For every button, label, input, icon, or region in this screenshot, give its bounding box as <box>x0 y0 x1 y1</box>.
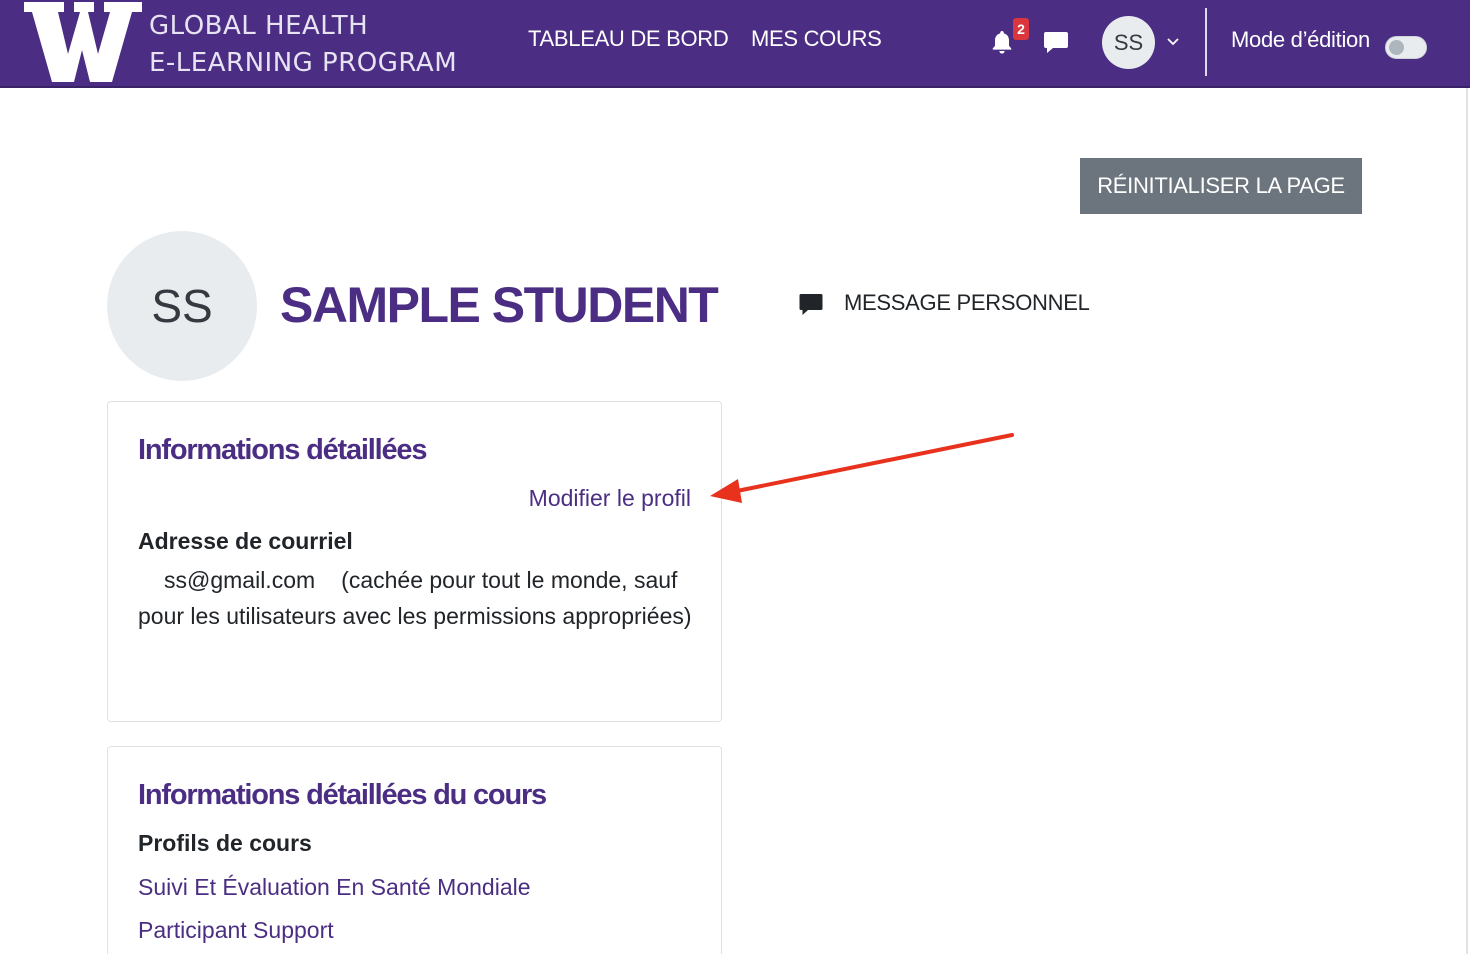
brand-title[interactable]: GLOBAL HEALTH E-LEARNING PROGRAM <box>149 8 457 82</box>
user-avatar[interactable]: SS <box>1102 16 1155 69</box>
notification-count-badge: 2 <box>1013 18 1029 40</box>
course-profiles-label: Profils de cours <box>138 830 312 856</box>
details-card-title: Informations détaillées <box>138 434 427 466</box>
toggle-knob <box>1389 40 1404 55</box>
course-card-title: Informations détaillées du cours <box>138 779 547 811</box>
course-details-card: Informations détaillées du cours Profils… <box>107 746 722 954</box>
course-link[interactable]: Participant Support <box>138 917 334 944</box>
page-edge <box>1466 88 1468 954</box>
profile-name: SAMPLE STUDENT <box>280 277 719 333</box>
email-block: ss@gmail.com (cachée pour tout le monde, … <box>138 562 698 634</box>
chevron-down-icon[interactable] <box>1164 32 1182 50</box>
nav-dashboard-link[interactable]: TABLEAU DE BORD <box>528 26 729 52</box>
message-icon[interactable] <box>798 291 824 317</box>
top-navbar: GLOBAL HEALTH E-LEARNING PROGRAM TABLEAU… <box>0 0 1470 88</box>
edit-mode-label: Mode d’édition <box>1231 27 1370 52</box>
edit-mode-toggle[interactable] <box>1385 36 1427 59</box>
brand-line-2: E-LEARNING PROGRAM <box>149 48 458 78</box>
course-link[interactable]: Suivi Et Évaluation En Santé Mondiale <box>138 874 531 901</box>
profile-avatar: SS <box>107 231 257 381</box>
email-value: ss@gmail.com <box>164 567 316 593</box>
nav-my-courses-link[interactable]: MES COURS <box>751 26 882 52</box>
bell-icon[interactable] <box>988 28 1016 56</box>
chat-icon[interactable] <box>1042 28 1070 56</box>
details-card: Informations détaillées Modifier le prof… <box>107 401 722 722</box>
edit-profile-link[interactable]: Modifier le profil <box>529 485 691 512</box>
reset-page-button[interactable]: RÉINITIALISER LA PAGE <box>1080 158 1362 214</box>
email-label: Adresse de courriel <box>138 528 353 554</box>
brand-line-1: GLOBAL HEALTH <box>149 11 369 41</box>
uw-logo[interactable] <box>24 2 142 82</box>
nav-divider <box>1205 8 1207 76</box>
annotation-arrow <box>710 433 1014 503</box>
personal-message-link[interactable]: MESSAGE PERSONNEL <box>844 290 1090 316</box>
